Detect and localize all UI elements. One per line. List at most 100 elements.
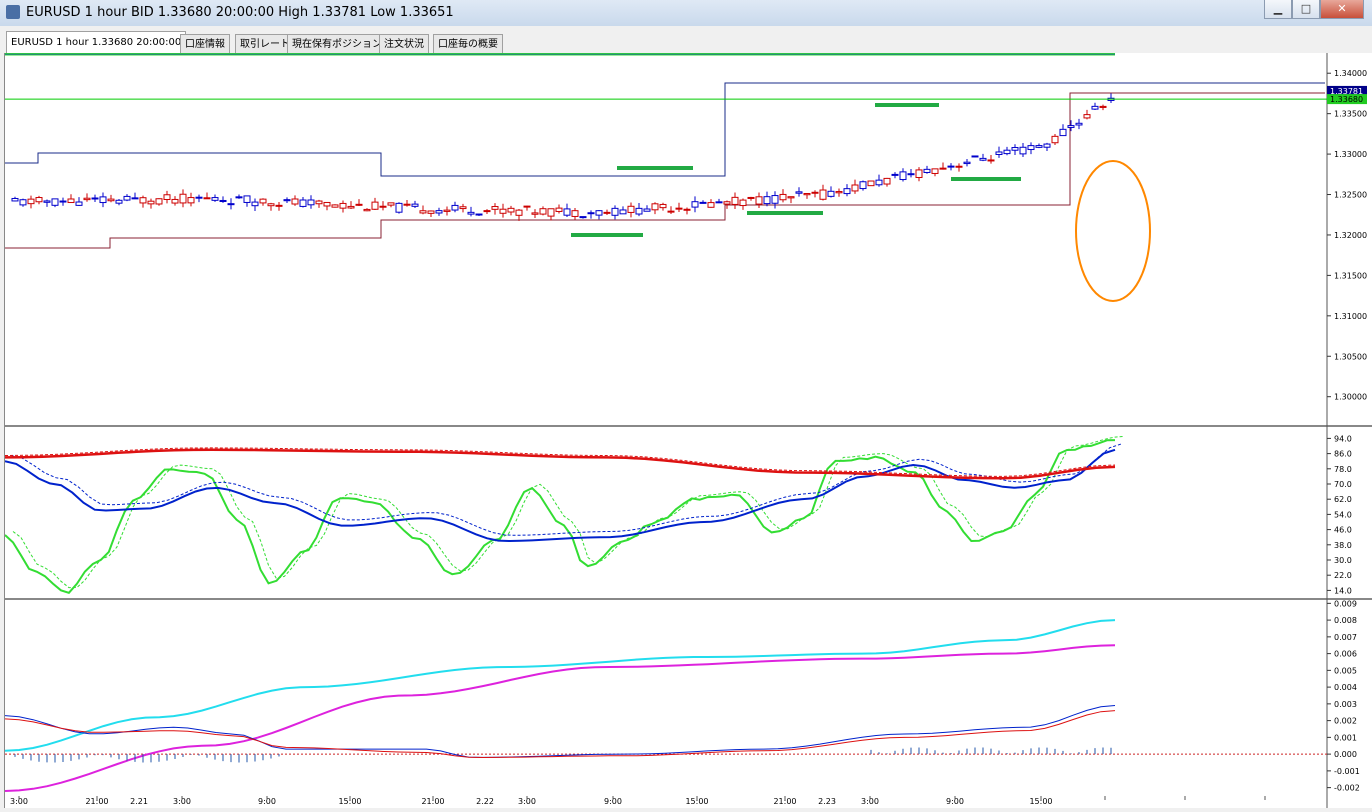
candle-body bbox=[955, 165, 963, 168]
y-tick-label: 54.0 bbox=[1334, 510, 1352, 519]
candle-body bbox=[811, 191, 819, 194]
tab-chart[interactable]: EURUSD 1 hour 1.33680 20:00:00 bbox=[6, 31, 187, 54]
candle-body bbox=[83, 197, 91, 201]
minimize-button[interactable]: ▁ bbox=[1264, 0, 1292, 19]
candle-body bbox=[75, 201, 83, 206]
candle-body bbox=[667, 210, 675, 213]
stoch-d-line bbox=[12, 436, 1124, 589]
tab-orders[interactable]: 注文状況 bbox=[379, 34, 429, 54]
candle-body bbox=[563, 208, 571, 216]
y-tick-label: 1.34000 bbox=[1334, 69, 1367, 78]
candle-body bbox=[467, 211, 475, 215]
y-tick-label: 0.003 bbox=[1334, 700, 1357, 709]
candle-body bbox=[787, 196, 795, 199]
candle-body bbox=[459, 206, 467, 210]
candle-body bbox=[123, 195, 131, 201]
candle-body bbox=[1083, 114, 1091, 119]
candle-body bbox=[995, 151, 1003, 155]
candle-body bbox=[139, 197, 147, 204]
window-controls: ▁ □ ✕ bbox=[1264, 0, 1364, 19]
y-tick-label: 0.004 bbox=[1334, 683, 1357, 692]
y-tick-label: 1.33500 bbox=[1334, 110, 1367, 119]
y-tick-label: 1.31500 bbox=[1334, 271, 1367, 280]
candle-body bbox=[131, 197, 139, 200]
candle-body bbox=[619, 209, 627, 215]
range-box-lower bbox=[5, 92, 1325, 249]
candle-body bbox=[435, 210, 443, 214]
candle-body bbox=[587, 212, 595, 215]
candle-body bbox=[1091, 105, 1099, 110]
candle-body bbox=[851, 184, 859, 192]
candle-body bbox=[307, 199, 315, 206]
candle-body bbox=[491, 206, 499, 210]
candle-body bbox=[643, 208, 651, 212]
candle-body bbox=[747, 196, 755, 199]
candle-body bbox=[91, 197, 99, 200]
candle-body bbox=[683, 208, 691, 211]
candle-body bbox=[763, 196, 771, 205]
y-tick-label: 22.0 bbox=[1334, 571, 1352, 580]
chart-area[interactable]: 1.34000 1.33500 1.33000 1.32500 1.32000 1.315… bbox=[4, 53, 1372, 808]
candle-body bbox=[371, 201, 379, 210]
candle-body bbox=[867, 180, 875, 187]
candle-body bbox=[707, 202, 715, 208]
candle-body bbox=[59, 200, 67, 203]
candle-body bbox=[219, 199, 227, 202]
candle-body bbox=[171, 198, 179, 204]
candle-body bbox=[931, 168, 939, 174]
candle-body bbox=[523, 205, 531, 208]
candle-body bbox=[827, 190, 835, 197]
candle-body bbox=[379, 205, 387, 208]
x-axis-label: 2.21 bbox=[130, 797, 148, 806]
y-tick-label: 78.0 bbox=[1334, 465, 1352, 474]
tab-rates[interactable]: 取引レート bbox=[235, 34, 295, 54]
candle-body bbox=[1035, 145, 1043, 148]
candle-body bbox=[507, 207, 515, 213]
candle-body bbox=[651, 203, 659, 211]
candle-body bbox=[67, 198, 75, 204]
candle-body bbox=[715, 201, 723, 204]
candle-body bbox=[387, 202, 395, 206]
tab-account-info[interactable]: 口座情報 bbox=[180, 34, 230, 54]
stoch-trend-signal bbox=[4, 447, 1116, 477]
candle-body bbox=[803, 193, 811, 196]
y-tick-label: 94.0 bbox=[1334, 434, 1352, 443]
candle-body bbox=[339, 202, 347, 209]
window-title: EURUSD 1 hour BID 1.33680 20:00:00 High … bbox=[26, 5, 454, 20]
candle-body bbox=[267, 203, 275, 207]
candle-body bbox=[179, 193, 187, 204]
candle-body bbox=[723, 201, 731, 205]
candle-body bbox=[515, 209, 523, 216]
y-tick-label: 0.002 bbox=[1334, 717, 1357, 726]
candle-body bbox=[259, 198, 267, 204]
candle-body bbox=[835, 191, 843, 194]
y-tick-label: 0.005 bbox=[1334, 666, 1357, 675]
tab-account-summary[interactable]: 口座毎の概要 bbox=[433, 34, 503, 54]
maximize-button[interactable]: □ bbox=[1292, 0, 1320, 19]
y-tick-label: 0.000 bbox=[1334, 750, 1357, 759]
candle-body bbox=[211, 197, 219, 201]
candle-body bbox=[907, 173, 915, 176]
annotation-circle bbox=[1075, 160, 1151, 302]
candle-body bbox=[531, 212, 539, 215]
candle-body bbox=[275, 204, 283, 207]
tab-positions[interactable]: 現在保有ポジション bbox=[287, 34, 387, 54]
stoch-slow-line bbox=[4, 448, 1116, 543]
y-tick-label: 0.009 bbox=[1334, 599, 1357, 608]
candle-body bbox=[779, 193, 787, 201]
y-tick-label: 1.31000 bbox=[1334, 312, 1367, 321]
candle-body bbox=[1043, 143, 1051, 148]
candle-body bbox=[11, 197, 19, 202]
x-axis-label: 2.22 bbox=[476, 797, 494, 806]
close-button[interactable]: ✕ bbox=[1320, 0, 1364, 19]
candle-body bbox=[1019, 146, 1027, 155]
candle-body bbox=[1003, 149, 1011, 155]
candle-body bbox=[675, 207, 683, 210]
candle-body bbox=[859, 181, 867, 190]
chart-app-icon bbox=[6, 5, 20, 19]
candle-body bbox=[1011, 147, 1019, 151]
y-tick-label: 1.33000 bbox=[1334, 150, 1367, 159]
chart-canvas[interactable]: 1.34000 1.33500 1.33000 1.32500 1.32000 1.315… bbox=[4, 53, 1372, 808]
macd-red-line bbox=[4, 710, 1116, 759]
y-tick-label: 1.32500 bbox=[1334, 191, 1367, 200]
